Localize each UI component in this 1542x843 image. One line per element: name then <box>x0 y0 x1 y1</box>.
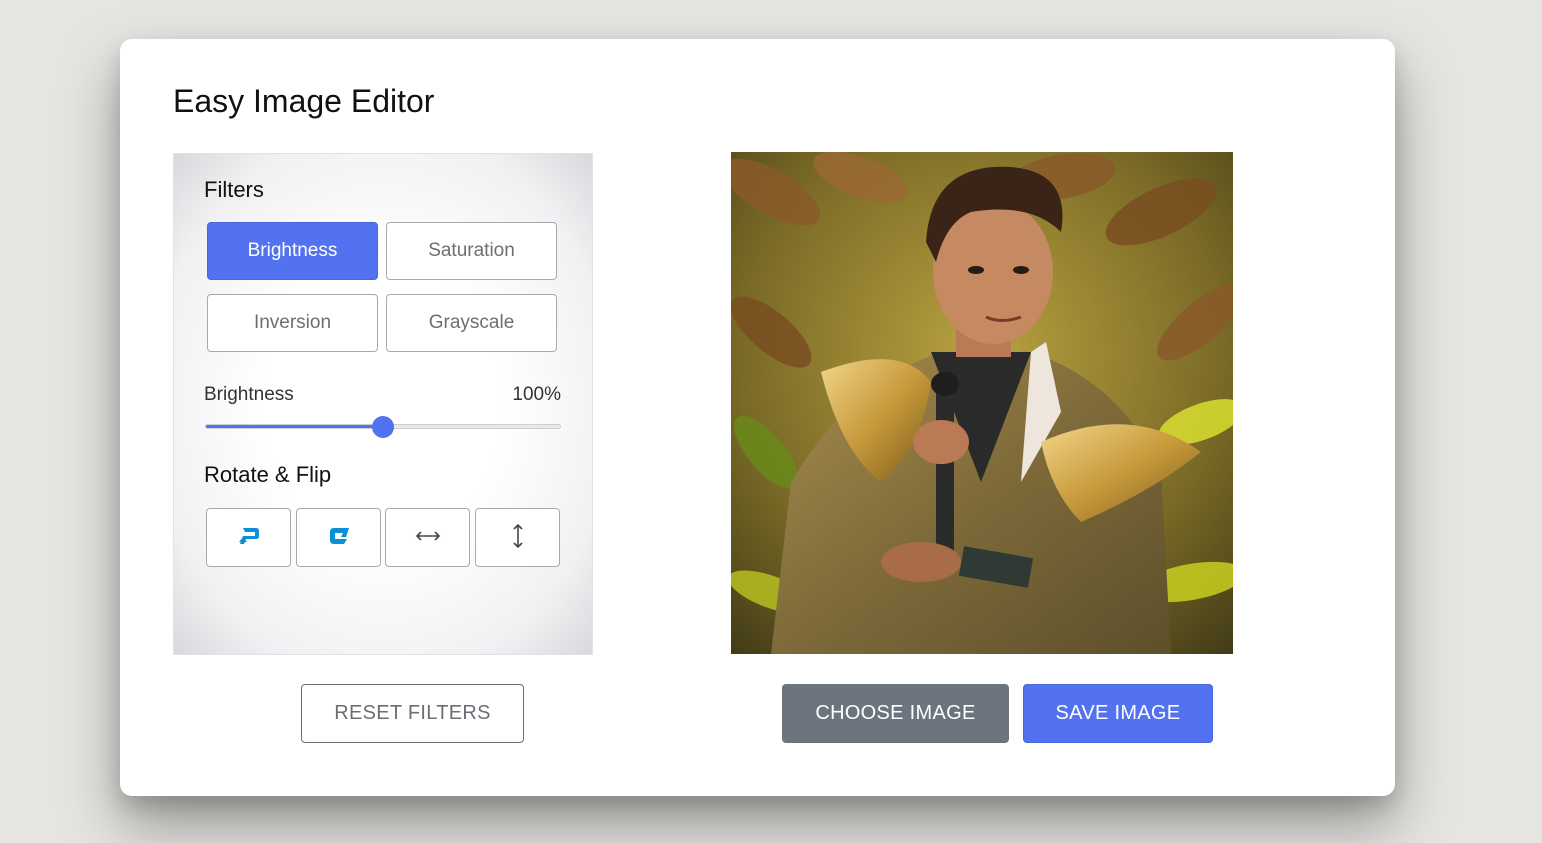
rotate-right-icon <box>326 525 352 550</box>
slider-fill <box>206 425 383 428</box>
slider-thumb[interactable] <box>372 416 394 438</box>
save-image-button[interactable]: SAVE IMAGE <box>1023 684 1213 743</box>
filter-grayscale-button[interactable]: Grayscale <box>386 294 557 352</box>
filters-heading: Filters <box>204 177 264 202</box>
flip-horizontal-icon <box>414 529 442 546</box>
brightness-slider[interactable] <box>205 416 561 438</box>
filter-saturation-button[interactable]: Saturation <box>386 222 557 280</box>
filter-inversion-button[interactable]: Inversion <box>207 294 378 352</box>
filter-brightness-button[interactable]: Brightness <box>207 222 378 280</box>
controls-panel: Filters Brightness Saturation Inversion … <box>173 153 593 655</box>
image-preview <box>731 152 1233 654</box>
slider-label: Brightness <box>204 384 294 405</box>
preview-photo <box>731 152 1233 654</box>
rotate-left-icon <box>236 525 262 550</box>
page-title: Easy Image Editor <box>173 83 435 119</box>
editor-card: Easy Image Editor Filters Brightness Sat… <box>120 39 1395 796</box>
flip-vertical-button[interactable] <box>475 508 560 567</box>
flip-horizontal-button[interactable] <box>385 508 470 567</box>
choose-image-button[interactable]: CHOOSE IMAGE <box>782 684 1009 743</box>
rotate-right-button[interactable] <box>296 508 381 567</box>
flip-vertical-icon <box>511 522 525 553</box>
rotate-flip-heading: Rotate & Flip <box>204 462 332 487</box>
rotate-left-button[interactable] <box>206 508 291 567</box>
slider-value: 100% <box>512 384 561 405</box>
reset-filters-button[interactable]: RESET FILTERS <box>301 684 524 743</box>
